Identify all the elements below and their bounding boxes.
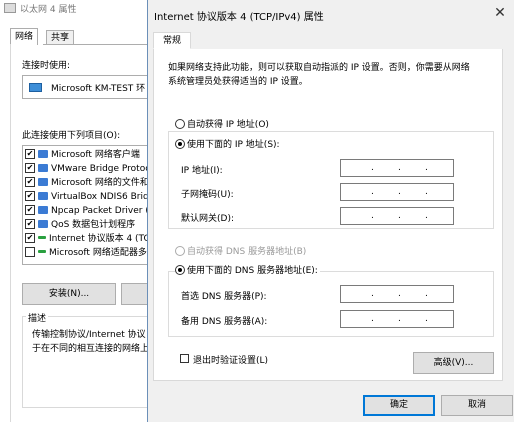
window-title: 以太网 4 属性 <box>20 5 77 15</box>
radio-label: 使用下面的 DNS 服务器地址(E): <box>187 266 318 276</box>
list-item-label: QoS 数据包计划程序 <box>51 220 136 230</box>
components-list[interactable]: ✔ Microsoft 网络客户端 ✔ VMware Bridge Protoco … <box>22 145 151 265</box>
description-line: 如果网络支持此功能，则可以获取自动指派的 IP 设置。否则，你需要从网络 <box>168 63 470 73</box>
ip-separator: . <box>371 211 374 221</box>
list-item-label: Internet 协议版本 4 (TC <box>49 234 150 244</box>
list-item-label: VMware Bridge Protoco <box>51 164 151 174</box>
validate-on-exit-label: 退出时验证设置(L) <box>193 356 269 366</box>
checkbox[interactable]: ✔ <box>25 148 35 159</box>
protocol-icon <box>38 250 46 253</box>
checkbox[interactable]: ✔ <box>25 204 35 215</box>
checkbox[interactable]: ✔ <box>25 218 35 229</box>
list-item-label: Microsoft 网络客户端 <box>51 150 140 160</box>
ip-address-label: IP 地址(I): <box>181 166 223 176</box>
network-card-icon <box>29 83 42 92</box>
ip-separator: . <box>371 187 374 197</box>
file-sharing-icon <box>38 177 48 186</box>
adapter-box: Microsoft KM-TEST 环 <box>22 75 152 99</box>
tab-divider <box>43 44 150 45</box>
install-button[interactable]: 安装(N)... <box>22 283 116 305</box>
list-item[interactable]: Microsoft 网络适配器多 <box>25 246 147 260</box>
items-label: 此连接使用下列项目(O): <box>22 131 121 141</box>
ip-separator: . <box>398 289 401 299</box>
description-group-label: 描述 <box>26 311 49 324</box>
default-gateway-label: 默认网关(D): <box>181 214 234 224</box>
checkbox[interactable]: ✔ <box>25 190 35 201</box>
ip-address-input[interactable]: ... <box>340 159 454 177</box>
list-item-label: Microsoft 网络的文件和 <box>51 178 149 188</box>
radio-label: 使用下面的 IP 地址(S): <box>187 140 280 150</box>
description-text: 如果网络支持此功能，则可以获取自动指派的 IP 设置。否则，你需要从网络 系统管… <box>168 61 493 89</box>
network-client-icon <box>38 149 48 158</box>
subnet-mask-label: 子网掩码(U): <box>181 190 234 200</box>
list-item[interactable]: ✔ Internet 协议版本 4 (TC <box>25 232 150 246</box>
ethernet-properties-window: 以太网 4 属性 网络 共享 连接时使用: Microsoft KM-TEST … <box>0 0 152 422</box>
list-item[interactable]: ✔ Microsoft 网络的文件和 <box>25 176 149 190</box>
checkbox[interactable]: ✔ <box>25 176 35 187</box>
uninstall-button[interactable] <box>121 283 150 305</box>
tab-sharing[interactable]: 共享 <box>46 30 75 45</box>
preferred-dns-label: 首选 DNS 服务器(P): <box>181 292 267 302</box>
ip-separator: . <box>398 211 401 221</box>
ip-separator: . <box>425 211 428 221</box>
protocol-icon <box>38 163 48 172</box>
auto-dns-radio: 自动获得 DNS 服务器地址(B) <box>175 245 309 258</box>
connect-using-label: 连接时使用: <box>22 61 71 71</box>
subnet-mask-input[interactable]: ... <box>340 183 454 201</box>
checkbox[interactable] <box>25 246 35 257</box>
ip-separator: . <box>398 187 401 197</box>
checkbox[interactable]: ✔ <box>25 232 35 243</box>
list-item[interactable]: ✔ VirtualBox NDIS6 Bridg <box>25 190 151 204</box>
preferred-dns-input[interactable]: ... <box>340 285 454 303</box>
close-icon[interactable]: ✕ <box>491 4 509 22</box>
validate-on-exit-checkbox[interactable] <box>180 354 189 363</box>
list-item[interactable]: ✔ Npcap Packet Driver ( <box>25 204 149 218</box>
ip-separator: . <box>425 289 428 299</box>
protocol-icon <box>38 219 48 228</box>
protocol-icon <box>38 191 48 200</box>
description-line: 传输控制协议/Internet 协议 <box>32 330 146 340</box>
manual-dns-radio[interactable]: 使用下面的 DNS 服务器地址(E): <box>175 264 320 277</box>
protocol-icon <box>38 236 46 239</box>
description-line: 系统管理员处获得适当的 IP 设置。 <box>168 77 308 87</box>
list-item[interactable]: ✔ VMware Bridge Protoco <box>25 162 151 176</box>
list-item[interactable]: ✔ Microsoft 网络客户端 <box>25 148 140 162</box>
manual-ip-radio[interactable]: 使用下面的 IP 地址(S): <box>175 138 282 151</box>
radio-button[interactable] <box>175 264 185 275</box>
tab-general[interactable]: 常规 <box>153 32 191 49</box>
general-tab-panel: 如果网络支持此功能，则可以获取自动指派的 IP 设置。否则，你需要从网络 系统管… <box>153 49 503 381</box>
adapter-name: Microsoft KM-TEST 环 <box>51 84 146 94</box>
alternate-dns-label: 备用 DNS 服务器(A): <box>181 317 268 327</box>
radio-button[interactable] <box>175 138 185 149</box>
radio-label: 自动获得 IP 地址(O) <box>187 120 269 130</box>
dialog-title: Internet 协议版本 4 (TCP/IPv4) 属性 <box>154 12 324 23</box>
list-item-label: Npcap Packet Driver ( <box>51 206 149 216</box>
auto-ip-radio[interactable]: 自动获得 IP 地址(O) <box>175 118 271 131</box>
checkbox[interactable]: ✔ <box>25 162 35 173</box>
ip-separator: . <box>425 163 428 173</box>
alternate-dns-input[interactable]: ... <box>340 310 454 328</box>
advanced-button[interactable]: 高级(V)... <box>413 352 494 374</box>
ip-separator: . <box>371 314 374 324</box>
radio-button <box>175 245 185 256</box>
ip-separator: . <box>425 187 428 197</box>
ip-separator: . <box>371 289 374 299</box>
ip-separator: . <box>371 163 374 173</box>
ip-separator: . <box>398 163 401 173</box>
ipv4-properties-dialog: Internet 协议版本 4 (TCP/IPv4) 属性 ✕ 如果网络支持此功… <box>147 0 514 422</box>
list-item-label: VirtualBox NDIS6 Bridg <box>51 192 151 202</box>
list-item-label: Microsoft 网络适配器多 <box>49 248 147 258</box>
ip-separator: . <box>398 314 401 324</box>
tab-network[interactable]: 网络 <box>10 28 39 45</box>
radio-button[interactable] <box>175 118 185 129</box>
protocol-icon <box>38 205 48 214</box>
radio-label: 自动获得 DNS 服务器地址(B) <box>187 247 307 257</box>
description-line: 于在不同的相互连接的网络上 <box>32 344 150 354</box>
default-gateway-input[interactable]: ... <box>340 207 454 225</box>
network-adapter-icon <box>4 3 16 13</box>
ok-button[interactable]: 确定 <box>363 395 435 416</box>
ip-separator: . <box>425 314 428 324</box>
cancel-button[interactable]: 取消 <box>441 395 513 416</box>
list-item[interactable]: ✔ QoS 数据包计划程序 <box>25 218 135 232</box>
